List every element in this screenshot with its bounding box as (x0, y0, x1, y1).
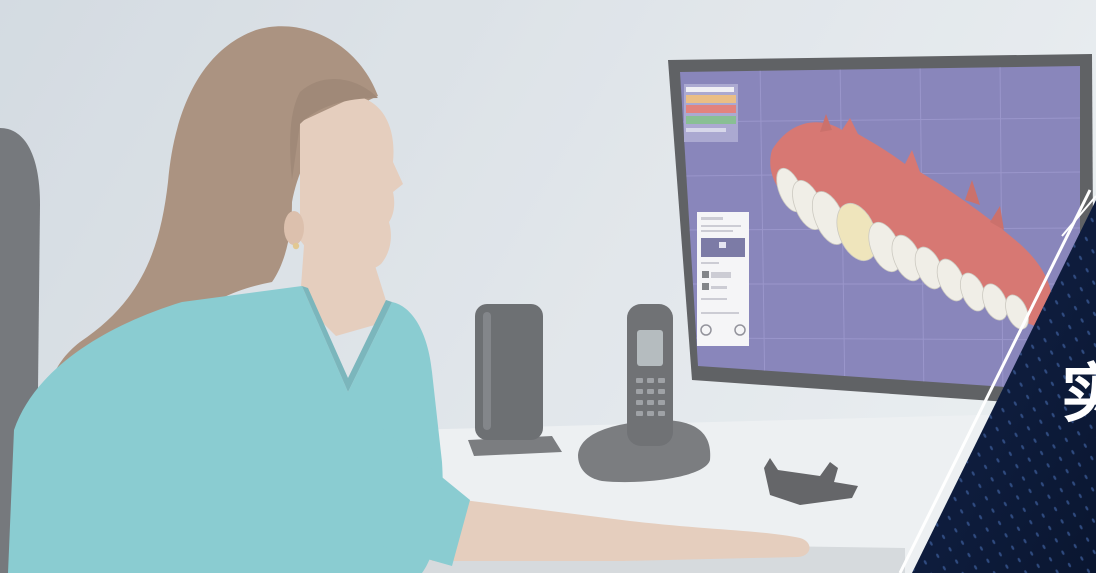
hero-banner: 实 (0, 0, 1096, 573)
photo-overlay (0, 0, 1096, 573)
banner-heading: 实 (1061, 358, 1096, 432)
banner-photo (0, 0, 1096, 573)
